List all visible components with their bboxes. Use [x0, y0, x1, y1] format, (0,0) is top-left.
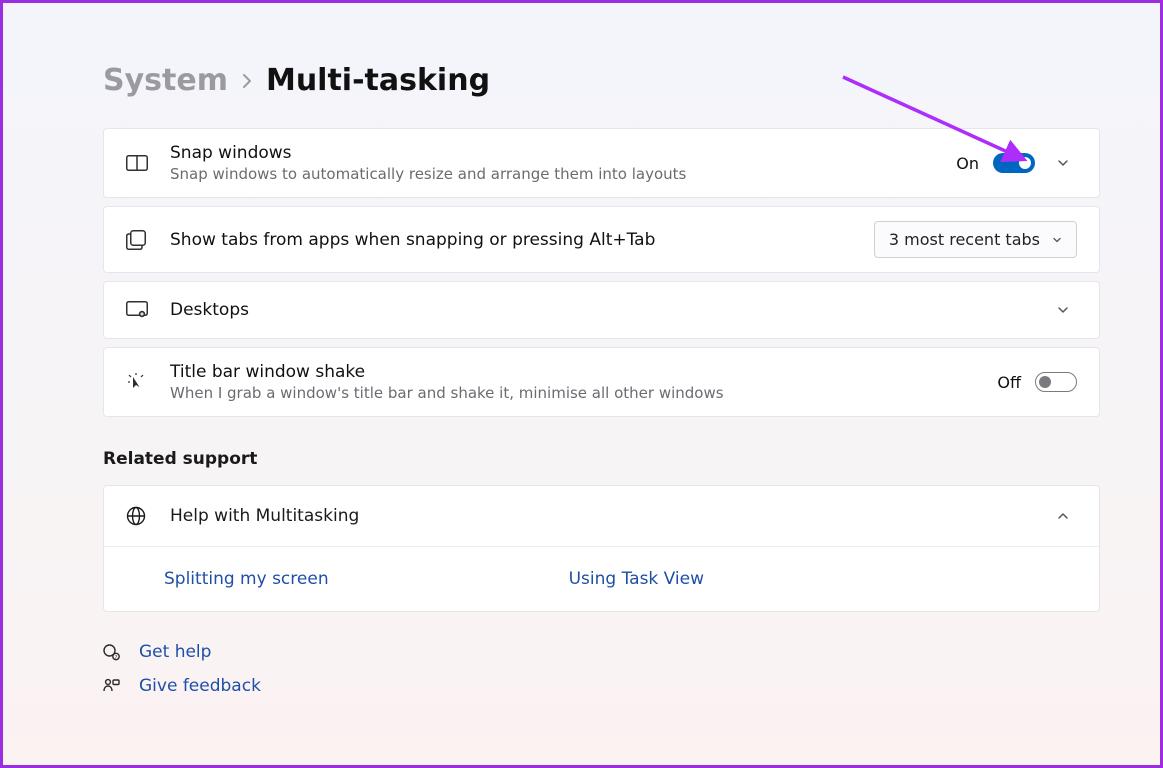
- snap-windows-toggle[interactable]: [993, 153, 1035, 173]
- help-card-header[interactable]: Help with Multitasking: [104, 486, 1099, 547]
- setting-title: Snap windows: [170, 143, 956, 163]
- expand-chevron-icon[interactable]: [1049, 296, 1077, 324]
- dropdown-value: 3 most recent tabs: [889, 230, 1040, 249]
- get-help-label: Get help: [139, 642, 211, 662]
- breadcrumb: System Multi-tasking: [103, 63, 1100, 98]
- desktops-icon: [126, 301, 152, 319]
- cursor-shake-icon: [126, 372, 152, 392]
- get-help-link[interactable]: ? Get help: [103, 642, 1100, 662]
- chevron-down-icon: [1052, 235, 1062, 245]
- window-shake-toggle[interactable]: [1035, 372, 1077, 392]
- setting-title: Desktops: [170, 300, 1049, 320]
- chevron-right-icon: [242, 73, 252, 89]
- setting-title: Title bar window shake: [170, 362, 997, 382]
- help-icon: ?: [103, 644, 123, 661]
- setting-row-window-shake: Title bar window shake When I grab a win…: [103, 347, 1100, 417]
- setting-subtitle: Snap windows to automatically resize and…: [170, 165, 956, 183]
- setting-row-snap-windows[interactable]: Snap windows Snap windows to automatical…: [103, 128, 1100, 198]
- toggle-state-label: Off: [997, 373, 1021, 392]
- related-support-heading: Related support: [103, 449, 1100, 469]
- help-link-splitting-screen[interactable]: Splitting my screen: [164, 569, 329, 589]
- collapse-chevron-icon[interactable]: [1049, 502, 1077, 530]
- help-card: Help with Multitasking Splitting my scre…: [103, 485, 1100, 612]
- breadcrumb-parent[interactable]: System: [103, 63, 228, 98]
- globe-icon: [126, 506, 152, 526]
- setting-row-desktops[interactable]: Desktops: [103, 281, 1100, 339]
- help-link-task-view[interactable]: Using Task View: [569, 569, 704, 589]
- help-card-title: Help with Multitasking: [170, 506, 1049, 526]
- snap-layout-icon: [126, 155, 152, 171]
- tabs-icon: [126, 230, 152, 250]
- show-tabs-dropdown[interactable]: 3 most recent tabs: [874, 221, 1077, 258]
- give-feedback-label: Give feedback: [139, 676, 261, 696]
- give-feedback-link[interactable]: Give feedback: [103, 676, 1100, 696]
- setting-row-show-tabs: Show tabs from apps when snapping or pre…: [103, 206, 1100, 273]
- feedback-icon: [103, 678, 123, 695]
- expand-chevron-icon[interactable]: [1049, 149, 1077, 177]
- svg-text:?: ?: [115, 655, 118, 661]
- setting-title: Show tabs from apps when snapping or pre…: [170, 230, 874, 250]
- toggle-state-label: On: [956, 154, 979, 173]
- page-title: Multi-tasking: [266, 63, 490, 98]
- setting-subtitle: When I grab a window's title bar and sha…: [170, 384, 997, 402]
